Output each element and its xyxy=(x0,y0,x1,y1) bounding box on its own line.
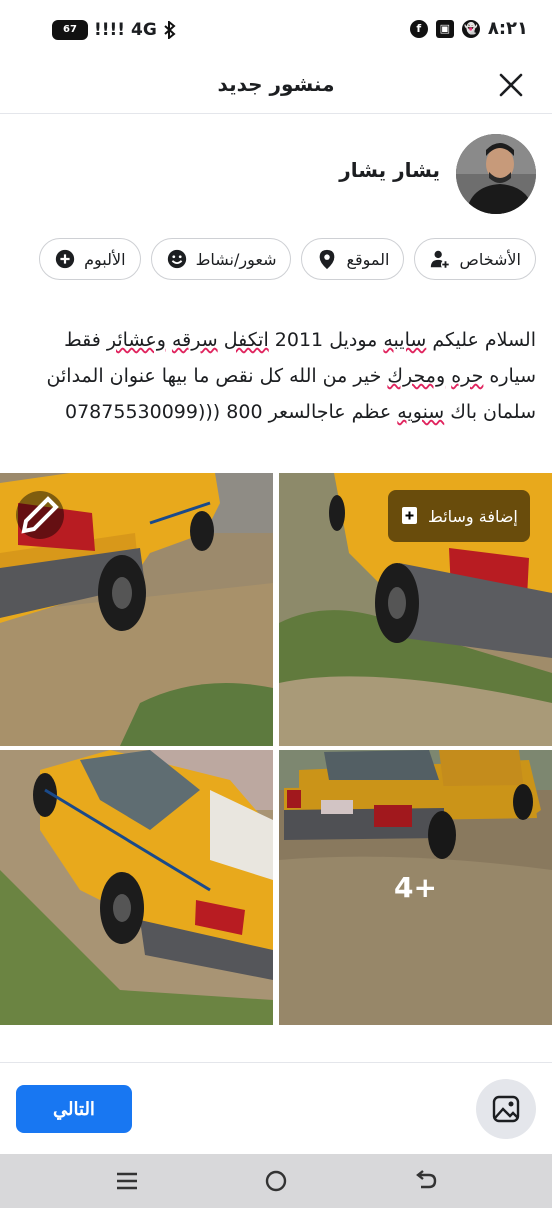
misspelled-word: وعشائر xyxy=(106,329,166,351)
location-icon xyxy=(320,249,335,270)
smiley-icon xyxy=(167,249,186,269)
battery-indicator: 67 xyxy=(52,20,88,40)
status-bar: 67 !!!! 4G f ▣ 👻 ٨:٢١ xyxy=(0,0,552,62)
misspelled-word: اتكفل xyxy=(223,329,269,351)
add-media-icon xyxy=(402,507,417,524)
chip-label: شعور/نشاط xyxy=(195,249,277,269)
close-icon[interactable] xyxy=(496,70,526,100)
post-text-input[interactable]: السلام عليكم سايبه موديل 2011 اتكفل سرقه… xyxy=(14,322,536,430)
plus-circle-icon xyxy=(55,249,75,269)
more-photos-count: 4+ xyxy=(394,871,437,904)
recent-apps-icon[interactable] xyxy=(113,1167,141,1195)
clock: ٨:٢١ xyxy=(487,18,528,39)
add-media-label: إضافة وسائط xyxy=(428,506,518,526)
snapchat-icon: 👻 xyxy=(461,19,480,38)
post-text-segment: السلام عليكم xyxy=(426,329,536,351)
system-nav-bar xyxy=(0,1154,552,1208)
add-media-button[interactable]: إضافة وسائط xyxy=(388,490,530,542)
media-grid: 4+ xyxy=(0,473,552,1025)
back-icon[interactable] xyxy=(411,1167,439,1195)
page-title: منشور جديد xyxy=(217,72,335,96)
chip-label: الألبوم xyxy=(84,249,126,269)
status-indicators: 67 !!!! 4G xyxy=(52,20,177,40)
chip-label: الأشخاص xyxy=(459,249,521,269)
misspelled-word: ومحرك xyxy=(387,365,446,387)
status-notifications: f ▣ 👻 ٨:٢١ xyxy=(409,18,528,39)
chip-label: الموقع xyxy=(346,249,390,269)
photo-1[interactable] xyxy=(0,473,273,746)
people-icon xyxy=(431,250,451,270)
signal-strength: !!!! xyxy=(94,20,126,40)
home-icon[interactable] xyxy=(262,1167,290,1195)
misspelled-word: سايبه xyxy=(383,329,427,351)
app-icon: ▣ xyxy=(435,19,454,38)
photo-4[interactable]: 4+ xyxy=(279,750,552,1025)
bluetooth-icon xyxy=(164,21,176,39)
image-icon xyxy=(492,1095,520,1123)
album-chip[interactable]: الألبوم xyxy=(39,238,141,280)
gallery-button[interactable] xyxy=(476,1079,536,1139)
header: منشور جديد xyxy=(0,62,552,114)
photo-3[interactable] xyxy=(0,750,273,1025)
user-name: يشار يشار xyxy=(339,158,440,182)
post-options: الأشخاص الموقع شعور/نشاط الألبوم xyxy=(39,238,536,280)
facebook-icon: f xyxy=(409,19,428,38)
misspelled-word: حره xyxy=(451,365,484,387)
edit-photo-button[interactable] xyxy=(16,491,64,539)
feeling-activity-chip[interactable]: شعور/نشاط xyxy=(150,238,292,280)
next-button[interactable]: التالي xyxy=(16,1085,132,1133)
tag-people-chip[interactable]: الأشخاص xyxy=(414,238,536,280)
location-chip[interactable]: الموقع xyxy=(301,238,405,280)
misspelled-word: سرقه xyxy=(171,329,218,351)
post-text-segment: عظم عاجالسعر 800 (((07875530099 xyxy=(65,401,398,423)
pencil-icon xyxy=(21,496,59,534)
network-type: 4G xyxy=(131,20,157,40)
bottom-bar: التالي xyxy=(0,1062,552,1154)
post-text-segment: موديل 2011 xyxy=(268,329,384,351)
misspelled-word: سنويه xyxy=(397,401,445,423)
avatar xyxy=(456,134,536,214)
